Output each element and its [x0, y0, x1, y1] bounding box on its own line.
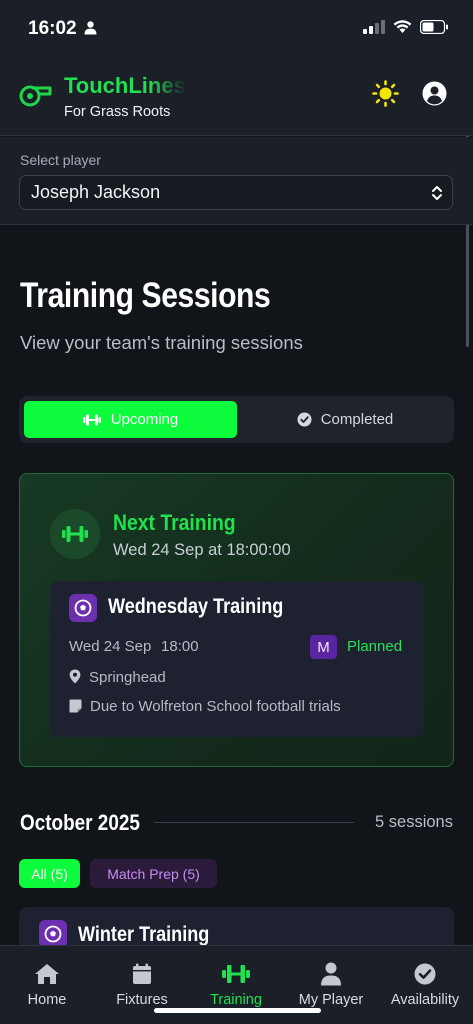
status-time: 16:02	[28, 18, 77, 39]
next-training-icon-circle	[50, 509, 100, 559]
status-bar: 16:02	[0, 0, 473, 58]
month-session-count: 5 sessions	[375, 813, 453, 831]
football-icon	[44, 925, 62, 943]
session-location: Springhead	[89, 669, 166, 686]
football-icon-badge	[69, 594, 97, 622]
brand-name: TouchLines	[64, 73, 186, 98]
status-indicators	[363, 20, 449, 34]
filter-chip-match-prep[interactable]: Match Prep (5)	[90, 859, 217, 888]
page-title: Training Sessions	[20, 276, 271, 315]
month-divider	[154, 822, 354, 823]
player-select-label: Select player	[20, 152, 101, 168]
battery-icon	[420, 20, 448, 34]
check-circle-icon	[414, 963, 436, 985]
session-type-badge: M	[310, 635, 337, 659]
dumbbell-icon	[62, 526, 88, 542]
next-training-card: Next Training Wed 24 Sep at 18:00:00 Wed…	[19, 473, 454, 767]
tab-upcoming-label: Upcoming	[110, 411, 179, 428]
player-select-dropdown[interactable]: Joseph Jackson	[19, 175, 453, 210]
calendar-icon	[133, 963, 151, 984]
player-select-value: Joseph Jackson	[31, 182, 161, 202]
football-icon-badge	[39, 920, 67, 948]
whistle-icon	[19, 85, 52, 107]
session-card[interactable]: Wednesday Training Wed 24 Sep 18:00 M Pl…	[50, 581, 424, 737]
person-icon	[321, 962, 341, 986]
tab-completed[interactable]: Completed	[241, 401, 449, 438]
session-title: Wednesday Training	[108, 595, 284, 618]
session-title: Winter Training	[78, 923, 210, 946]
dumbbell-icon	[82, 414, 101, 425]
status-badge: Planned	[347, 638, 403, 655]
person-status-icon	[84, 21, 97, 35]
location-pin-icon	[69, 669, 81, 684]
nav-item-home[interactable]: Home	[14, 946, 80, 1024]
check-circle-icon	[297, 412, 312, 427]
next-training-datetime: Wed 24 Sep at 18:00:00	[113, 541, 291, 559]
dumbbell-icon	[222, 965, 250, 983]
month-heading: October 2025	[20, 810, 140, 835]
nav-label: My Player	[298, 992, 364, 1008]
session-time: 18:00	[161, 638, 199, 655]
tab-completed-label: Completed	[320, 411, 394, 428]
note-icon	[69, 699, 82, 713]
session-filter-toggle: Upcoming Completed	[19, 396, 454, 443]
filter-chip-all[interactable]: All (5)	[19, 859, 80, 888]
football-icon	[74, 599, 92, 617]
tab-upcoming[interactable]: Upcoming	[24, 401, 237, 438]
session-date: Wed 24 Sep	[69, 638, 152, 655]
nav-label: Fixtures	[116, 992, 168, 1008]
nav-item-availability[interactable]: Availability	[382, 946, 468, 1024]
app-header: TouchLines For Grass Roots	[0, 58, 473, 136]
nav-label: Training	[210, 992, 262, 1008]
home-indicator	[154, 1008, 321, 1013]
home-icon	[35, 964, 59, 984]
sun-icon[interactable]	[372, 80, 399, 107]
chevron-updown-icon	[432, 186, 442, 200]
wifi-icon	[393, 20, 412, 33]
nav-label: Home	[27, 992, 67, 1008]
signal-icon	[363, 20, 385, 34]
session-note: Due to Wolfreton School football trials	[90, 698, 341, 715]
nav-label: Availability	[390, 992, 460, 1008]
page-subtitle: View your team's training sessions	[20, 332, 303, 353]
brand-tagline: For Grass Roots	[64, 104, 171, 120]
next-training-heading: Next Training	[113, 510, 236, 535]
player-select-section: Select player Joseph Jackson	[0, 137, 473, 225]
account-icon[interactable]	[422, 81, 447, 106]
